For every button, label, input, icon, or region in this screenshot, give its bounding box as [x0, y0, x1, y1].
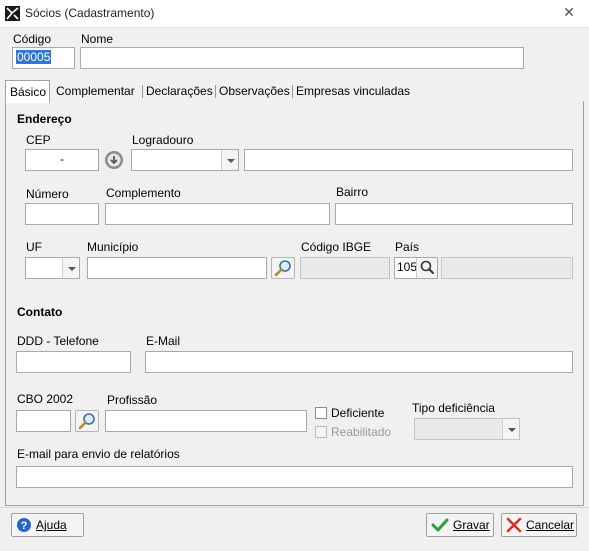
reabilitado-label: Reabilitado [331, 425, 392, 439]
close-icon[interactable]: ✕ [558, 4, 580, 22]
tipo-deficiencia-select [414, 418, 520, 440]
codigo-ibge-label: Código IBGE [301, 240, 372, 254]
pais-name-field [441, 257, 573, 279]
numero-label: Número [26, 187, 69, 201]
reabilitado-checkbox [315, 426, 327, 438]
gravar-label: Gravar [453, 518, 490, 532]
tab-basico[interactable]: Básico [5, 80, 50, 103]
tipo-deficiencia-label: Tipo deficiência [412, 401, 495, 415]
logradouro-field[interactable] [244, 149, 573, 171]
tab-observacoes[interactable]: Observações [215, 80, 294, 102]
email-relatorios-field[interactable] [16, 466, 573, 488]
ddd-telefone-label: DDD - Telefone [17, 334, 99, 348]
app-logo-icon [5, 6, 20, 21]
search-icon [420, 260, 434, 274]
cancel-icon [506, 517, 522, 533]
nome-field[interactable] [80, 47, 524, 69]
profissao-field[interactable] [105, 410, 307, 432]
contato-section-title: Contato [17, 305, 63, 319]
chevron-down-icon[interactable] [62, 258, 79, 278]
svg-text:?: ? [21, 520, 28, 532]
search-icon [78, 413, 95, 430]
numero-field[interactable] [25, 203, 99, 225]
help-icon: ? [17, 518, 31, 532]
municipio-field[interactable] [87, 257, 267, 279]
cep-search-button[interactable] [103, 149, 125, 171]
window-title: Sócios (Cadastramento) [25, 6, 155, 20]
cep-lookup-icon [105, 151, 123, 169]
pais-code-value: 105 [397, 260, 418, 274]
email-field[interactable] [145, 351, 573, 373]
check-icon [431, 518, 449, 532]
email-relatorios-label: E-mail para envio de relatórios [17, 447, 180, 461]
codigo-field[interactable]: 00005 [12, 47, 75, 69]
bairro-field[interactable] [335, 203, 573, 225]
cancelar-button[interactable]: Cancelar [501, 513, 577, 537]
logradouro-type-select[interactable] [131, 149, 239, 171]
logradouro-label: Logradouro [132, 133, 194, 147]
endereco-section-title: Endereço [17, 112, 72, 126]
municipio-label: Município [87, 240, 139, 254]
cep-field[interactable]: - [25, 149, 99, 171]
pais-search-button[interactable] [416, 258, 437, 278]
tab-declaracoes[interactable]: Declarações [142, 80, 217, 102]
nome-label: Nome [81, 32, 114, 46]
codigo-value: 00005 [16, 50, 52, 64]
codigo-label: Código [13, 32, 52, 46]
chevron-down-icon [502, 419, 519, 439]
chevron-down-icon[interactable] [221, 150, 238, 170]
tab-empresas-vinculadas[interactable]: Empresas vinculadas [292, 80, 414, 102]
municipio-search-button[interactable] [271, 257, 295, 279]
cbo-label: CBO 2002 [17, 392, 74, 406]
search-icon [274, 260, 291, 277]
ajuda-label: Ajuda [36, 518, 67, 532]
cbo-field[interactable] [16, 410, 71, 432]
tab-complementar[interactable]: Complementar [52, 80, 139, 102]
pais-label: País [395, 240, 420, 254]
codigo-ibge-field [300, 257, 390, 279]
deficiente-label[interactable]: Deficiente [331, 406, 384, 420]
cbo-search-button[interactable] [75, 410, 99, 432]
uf-select[interactable] [25, 257, 80, 279]
gravar-button[interactable]: Gravar [426, 513, 494, 537]
uf-label: UF [26, 240, 42, 254]
ajuda-button[interactable]: ? Ajuda [11, 513, 84, 537]
cancelar-label: Cancelar [526, 518, 575, 532]
complemento-label: Complemento [106, 186, 181, 200]
tab-bar: Básico Complementar Declarações Observaç… [5, 80, 584, 103]
profissao-label: Profissão [107, 393, 158, 407]
bairro-label: Bairro [336, 185, 369, 199]
ddd-telefone-field[interactable] [16, 351, 131, 373]
footer-divider [0, 507, 589, 508]
deficiente-checkbox[interactable] [315, 407, 327, 419]
email-label: E-Mail [146, 334, 181, 348]
complemento-field[interactable] [105, 203, 330, 225]
cep-label: CEP [26, 133, 51, 147]
